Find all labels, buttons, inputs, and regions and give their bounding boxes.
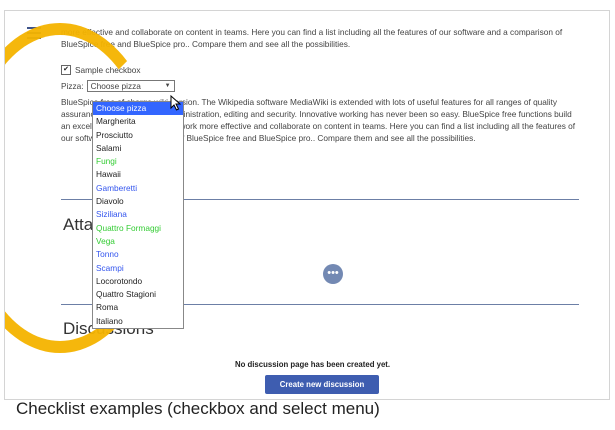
screenshot-frame: more effective and collaborate on conten… bbox=[4, 10, 610, 400]
create-discussion-button[interactable]: Create new discussion bbox=[265, 375, 379, 394]
pizza-option[interactable]: Siziliana bbox=[93, 208, 183, 221]
pizza-option[interactable]: Prosciutto bbox=[93, 129, 183, 142]
intro-paragraph: more effective and collaborate on conten… bbox=[61, 27, 563, 49]
pizza-option[interactable]: Vega bbox=[93, 235, 183, 248]
no-discussion-message: No discussion page has been created yet. bbox=[234, 360, 391, 369]
pizza-option[interactable]: Salami bbox=[93, 142, 183, 155]
chevron-down-icon: ▼ bbox=[164, 83, 171, 89]
pizza-option[interactable]: Scampi bbox=[93, 262, 183, 275]
pizza-option[interactable]: Gamberetti bbox=[93, 182, 183, 195]
more-options-icon[interactable]: ••• bbox=[323, 264, 343, 284]
pizza-option[interactable]: Italiano bbox=[93, 315, 183, 328]
mouse-cursor-icon bbox=[170, 95, 182, 111]
pizza-option[interactable]: Fungi bbox=[93, 155, 183, 168]
pizza-option[interactable]: Quattro Stagioni bbox=[93, 288, 183, 301]
pizza-option[interactable]: Diavolo bbox=[93, 195, 183, 208]
pizza-option[interactable]: Margherita bbox=[93, 115, 183, 128]
pizza-option[interactable]: Roma bbox=[93, 301, 183, 314]
pizza-option[interactable]: Tonno bbox=[93, 248, 183, 261]
pizza-option[interactable]: Quattro Formaggi bbox=[93, 222, 183, 235]
pizza-option[interactable]: Hawaii bbox=[93, 168, 183, 181]
pizza-dropdown-list: Choose pizza Margherita Prosciutto Salami Fu… bbox=[92, 101, 184, 330]
image-caption: Checklist examples (checkbox and select … bbox=[16, 399, 380, 418]
pizza-option[interactable]: Locorotondo bbox=[93, 275, 183, 288]
